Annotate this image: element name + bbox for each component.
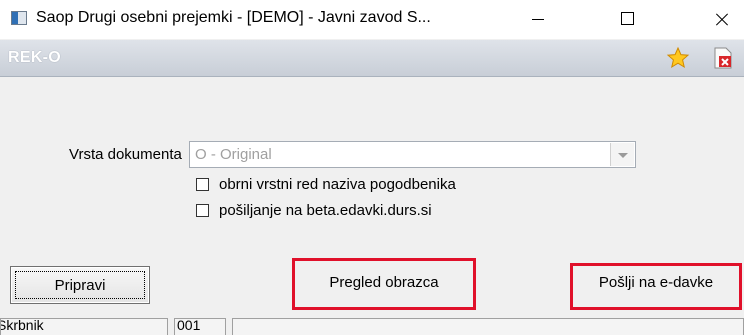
reverse-name-order-checkbox[interactable] bbox=[196, 178, 209, 191]
beta-edavki-label: pošiljanje na beta.edavki.durs.si bbox=[219, 202, 432, 219]
form-header: REK-O bbox=[0, 40, 744, 77]
send-to-edavki-button-label: Pošlji na e-davke bbox=[598, 274, 714, 291]
prepare-button-label: Pripravi bbox=[54, 277, 106, 294]
document-type-value: O - Original bbox=[195, 146, 272, 163]
status-code: 001 bbox=[177, 318, 201, 333]
close-document-icon[interactable] bbox=[713, 47, 733, 69]
close-window-button[interactable] bbox=[698, 0, 744, 39]
preview-form-button-label: Pregled obrazca bbox=[329, 274, 439, 291]
form-title: REK-O bbox=[8, 49, 62, 66]
preview-form-button[interactable]: Pregled obrazca bbox=[295, 262, 473, 304]
star-icon[interactable] bbox=[666, 46, 690, 70]
dropdown-arrow-icon[interactable] bbox=[610, 143, 634, 166]
document-type-label: Vrsta dokumenta bbox=[69, 146, 182, 163]
window-title: Saop Drugi osebni prejemki - [DEMO] - Ja… bbox=[36, 9, 431, 26]
status-extra-cell bbox=[232, 318, 744, 335]
status-code-cell: 001 bbox=[174, 318, 226, 335]
minimize-button[interactable] bbox=[514, 0, 560, 39]
title-bar: Saop Drugi osebni prejemki - [DEMO] - Ja… bbox=[0, 0, 744, 39]
status-bar: Skrbnik 001 bbox=[0, 318, 744, 335]
status-user: Skrbnik bbox=[0, 318, 44, 333]
maximize-button[interactable] bbox=[604, 0, 650, 39]
status-user-cell: Skrbnik bbox=[0, 318, 168, 335]
beta-edavki-checkbox[interactable] bbox=[196, 204, 209, 217]
app-icon bbox=[11, 11, 27, 25]
reverse-name-order-label: obrni vrstni red naziva pogodbenika bbox=[219, 176, 456, 193]
prepare-button[interactable]: Pripravi bbox=[10, 266, 150, 304]
send-to-edavki-button[interactable]: Pošlji na e-davke bbox=[572, 262, 740, 304]
document-type-select[interactable]: O - Original bbox=[189, 141, 636, 168]
